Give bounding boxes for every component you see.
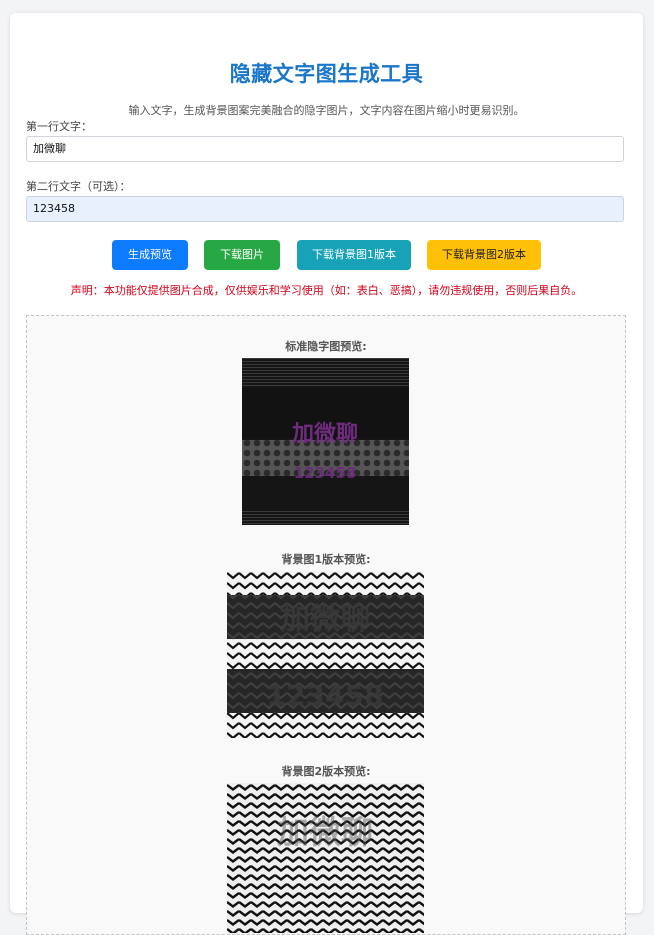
hidden-text-line2: 123458 [294,464,357,482]
standard-preview-label: 标准隐字图预览: [285,340,367,353]
page-title: 隐藏文字图生成工具 [229,62,424,86]
bg1-preview-label: 背景图1版本预览: [281,553,371,566]
line2-label: 第二行文字（可选）： [26,180,131,193]
standard-preview-image: 加微聊 123458 [242,358,409,525]
line1-label: 第一行文字： [26,120,92,133]
bg2-preview-image: 加微聊 [227,783,424,933]
preview-area: 标准隐字图预览: 加微聊 123458 背景图1版本预览: 加微聊 123458… [26,315,626,935]
page-subtitle: 输入文字，生成背景图案完美融合的隐字图片，文字内容在图片缩小时更易识别。 [128,104,525,117]
bg1-hidden-text-line1: 加微聊 [280,602,370,637]
bg2-preview-label: 背景图2版本预览: [281,765,371,778]
disclaimer-notice: 声明：本功能仅提供图片合成，仅供娱乐和学习使用（如：表白、恶搞），请勿违规使用，… [70,284,583,297]
tool-card: 隐藏文字图生成工具 输入文字，生成背景图案完美融合的隐字图片，文字内容在图片缩小… [10,13,643,935]
generate-preview-button[interactable]: 生成预览 [112,240,188,270]
bg1-hidden-text-line2: 123458 [267,679,384,712]
hidden-text-line1: 加微聊 [291,421,358,447]
line1-input[interactable]: 加微聊 [26,136,624,162]
download-image-button[interactable]: 下载图片 [204,240,280,270]
download-bg1-button[interactable]: 下载背景图1版本 [297,240,411,270]
line2-input[interactable]: 123458 [26,196,624,222]
bg2-hidden-text-line1: 加微聊 [277,813,373,851]
bg1-preview-image: 加微聊 123458 [227,571,424,738]
download-bg2-button[interactable]: 下载背景图2版本 [427,240,541,270]
